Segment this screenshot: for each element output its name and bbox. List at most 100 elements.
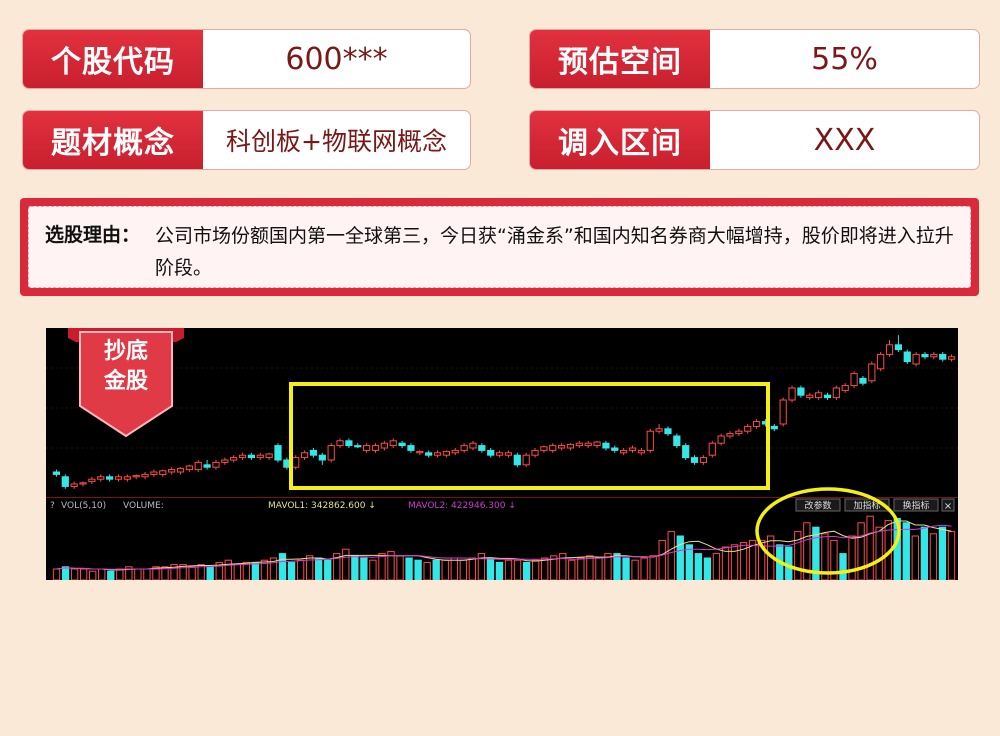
volume-bar	[134, 568, 142, 580]
candle-body	[752, 421, 761, 427]
volume-bar	[568, 559, 576, 580]
switch-indicator-button[interactable]: 换指标	[893, 498, 939, 512]
candle-body	[336, 440, 344, 447]
volume-bar	[658, 539, 666, 580]
volume-bar	[721, 546, 730, 580]
candle-body	[549, 445, 557, 451]
candle-body	[221, 459, 229, 463]
candle-body	[620, 449, 628, 454]
switch-indicator-label: 换指标	[902, 500, 929, 512]
candle-body	[531, 449, 539, 456]
candle-body	[637, 449, 645, 454]
candle-body	[230, 457, 238, 461]
candle-body	[433, 452, 442, 456]
candle-body	[885, 344, 894, 355]
candle-body	[442, 451, 450, 456]
volume-bar	[839, 553, 847, 580]
candle-body	[469, 442, 477, 449]
reason-panel: 选股理由： 公司市场份额国内第一全球第三，今日获“涌金系”和国内知名券商大幅增持…	[20, 198, 979, 296]
candle-body	[806, 394, 814, 399]
candle-body	[939, 353, 947, 360]
stock-code-field: 个股代码 600***	[22, 29, 471, 89]
volume-bar	[378, 553, 386, 580]
badge-line1: 抄底	[104, 338, 148, 364]
candle-body	[478, 445, 486, 451]
candle-body	[389, 440, 397, 447]
candle-body	[238, 454, 247, 459]
candle-body	[947, 356, 956, 360]
candle-body	[159, 470, 167, 475]
volume-bar	[486, 557, 495, 580]
candle-body	[602, 442, 610, 449]
mavol1-label: MAVOL1: 342862.600 ↓	[268, 501, 376, 511]
candle-body	[921, 353, 929, 358]
volume-bar	[730, 544, 739, 580]
volume-bar	[938, 526, 947, 580]
expected-space-value: 55%	[811, 41, 878, 77]
candle-body	[52, 471, 61, 475]
candle-body	[735, 430, 743, 435]
candle-body	[513, 454, 521, 466]
candle-body	[859, 377, 867, 384]
volume-bar	[296, 559, 305, 580]
badge-line2: 金股	[103, 368, 148, 394]
candle-body	[185, 465, 193, 471]
help-mark[interactable]: ?	[50, 501, 55, 511]
candle-body	[815, 392, 823, 399]
volume-bar	[640, 557, 648, 580]
volume-bar	[79, 568, 88, 580]
entry-range-value: XXX	[813, 122, 876, 158]
vol-name-label: VOLUME:	[123, 501, 164, 511]
volume-bar	[432, 559, 440, 580]
volume-bar	[287, 561, 296, 580]
change-params-button[interactable]: 改参数	[795, 498, 841, 512]
candle-body	[176, 467, 185, 473]
candle-body	[265, 453, 273, 459]
candle-body	[371, 445, 380, 451]
candle-body	[894, 344, 902, 351]
volume-bar	[694, 553, 703, 580]
candle-body	[788, 387, 796, 401]
volume-bar	[324, 559, 332, 580]
volume-bar	[920, 526, 929, 580]
volume-bar	[360, 557, 368, 580]
volume-bar	[685, 544, 693, 580]
volume-bar	[613, 553, 621, 580]
reason-box: 选股理由： 公司市场份额国内第一全球第三，今日获“涌金系”和国内知名券商大幅增持…	[28, 206, 971, 288]
volume-bar	[513, 559, 522, 580]
candle-body	[451, 449, 459, 454]
candle-body	[584, 442, 592, 447]
candle-body	[655, 428, 663, 432]
volume-bar	[405, 557, 413, 580]
candle-body	[327, 445, 335, 461]
volume-bar	[450, 557, 458, 580]
volume-bar	[504, 559, 513, 580]
volume-bar	[712, 553, 721, 580]
candle-body	[70, 483, 78, 487]
reason-title: 选股理由：	[45, 224, 141, 246]
candle-body	[797, 387, 805, 396]
volume-bar	[242, 561, 251, 580]
volume-bar	[305, 555, 314, 580]
candle-body	[97, 476, 105, 480]
candle-body	[744, 425, 752, 432]
concept-value: 科创板+物联网概念	[226, 127, 447, 156]
volume-bar	[857, 522, 865, 580]
close-panel-button[interactable]: ×	[941, 498, 955, 512]
candle-body	[354, 445, 362, 448]
candle-body	[194, 461, 202, 471]
candle-body	[425, 452, 433, 456]
candle-body	[566, 443, 575, 449]
candle-body	[460, 445, 468, 451]
volume-bar	[649, 555, 657, 580]
volume-bar	[902, 522, 910, 580]
candle-body	[575, 442, 583, 447]
volume-bar	[251, 561, 260, 580]
candle-body	[841, 385, 849, 391]
volume-bar	[911, 535, 919, 580]
volume-bar	[866, 515, 874, 580]
volume-bar	[107, 570, 115, 580]
volume-bar	[224, 559, 232, 580]
change-params-label: 改参数	[804, 500, 831, 512]
candle-body	[274, 445, 282, 461]
